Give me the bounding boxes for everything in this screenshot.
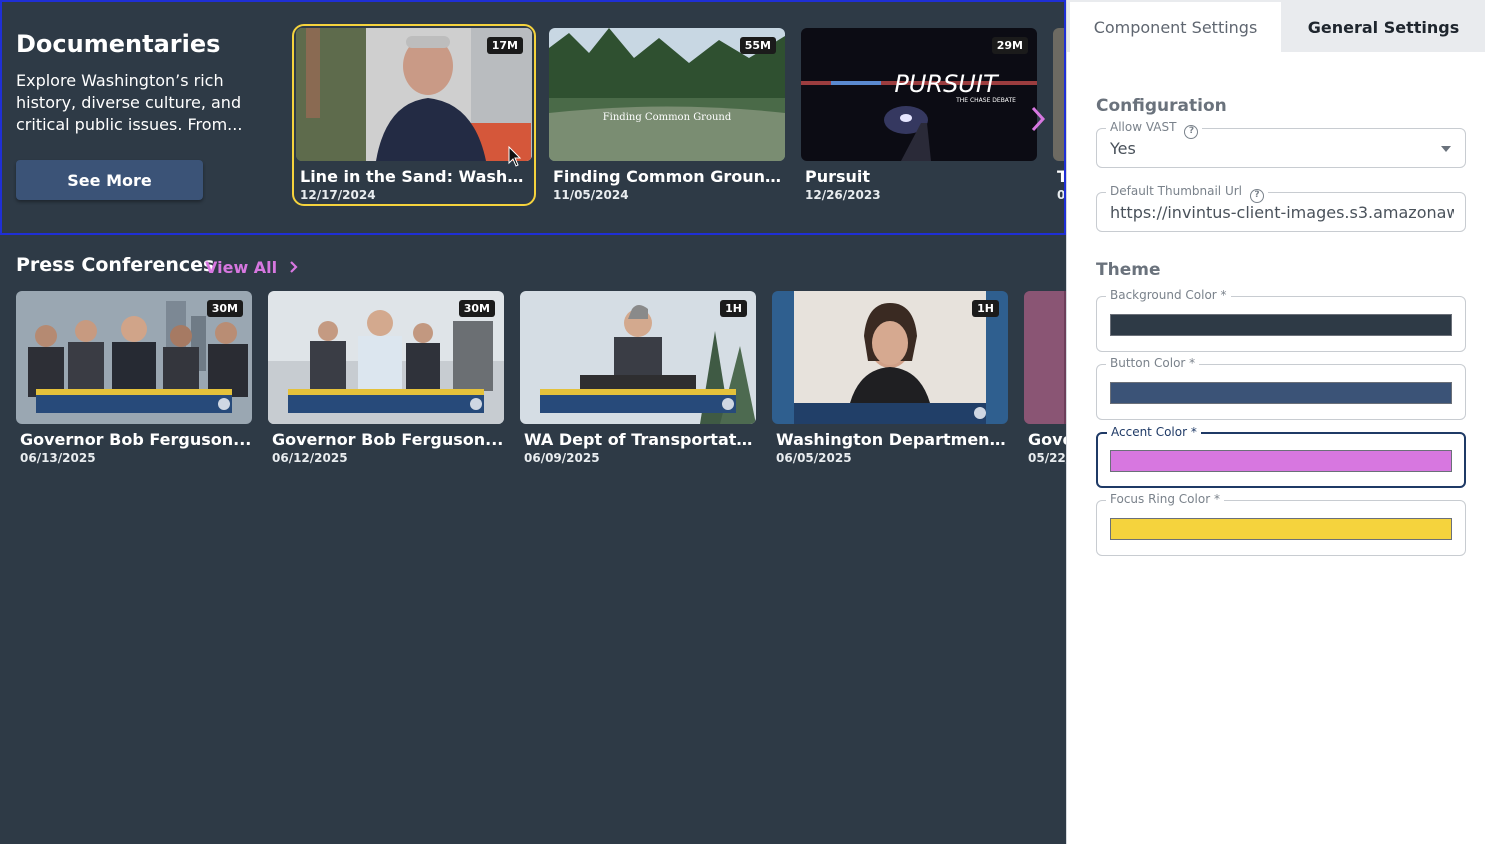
video-thumbnail: 17M xyxy=(296,28,532,161)
tab-component-settings[interactable]: Component Settings xyxy=(1070,2,1281,52)
documentary-card[interactable]: T 0 xyxy=(1053,28,1066,202)
button-color-swatch[interactable] xyxy=(1110,382,1452,404)
card-title: Governor Bob Ferguson... xyxy=(272,430,504,449)
focus-ring-color-label: Focus Ring Color * xyxy=(1106,492,1224,506)
configuration-heading: Configuration xyxy=(1096,96,1227,116)
press-card[interactable]: 1H WA Dept of Transportation... 06/09/20… xyxy=(520,291,756,465)
card-date: 12/17/2024 xyxy=(300,188,376,202)
focus-ring-color-swatch[interactable] xyxy=(1110,518,1452,540)
help-icon[interactable]: ? xyxy=(1184,125,1199,139)
documentaries-section: Documentaries Explore Washington’s rich … xyxy=(0,0,1066,235)
allow-vast-label: Allow VAST? xyxy=(1106,120,1203,139)
thumbnail-url-label: Default Thumbnail Url? xyxy=(1106,184,1268,203)
card-date: 06/13/2025 xyxy=(20,451,96,465)
preview-pane: Documentaries Explore Washington’s rich … xyxy=(0,0,1066,844)
allow-vast-select[interactable]: Allow VAST? Yes xyxy=(1096,120,1466,168)
documentaries-description: Explore Washington’s rich history, diver… xyxy=(16,71,243,134)
card-date: 0 xyxy=(1057,188,1066,202)
card-title: Governor Bob Ferguson... xyxy=(20,430,252,449)
video-thumbnail: 30M xyxy=(268,291,504,424)
documentary-card[interactable]: 17M Line in the Sand: Washawa... 12/17/2… xyxy=(292,24,536,206)
card-title: Finding Common Ground:... xyxy=(553,167,785,186)
documentary-card[interactable]: PURSUIT THE CHASE DEBATE 29M Pursuit 12/… xyxy=(801,28,1037,202)
duration-badge: 1H xyxy=(972,300,999,317)
video-thumbnail: Finding Common Ground 55M xyxy=(549,28,785,161)
thumbnail-subtitle: THE CHASE DEBATE xyxy=(955,97,1016,104)
documentary-card[interactable]: Finding Common Ground 55M Finding Common… xyxy=(549,28,785,202)
video-thumbnail: 30M xyxy=(16,291,252,424)
accent-color-field[interactable]: Accent Color * xyxy=(1096,425,1466,488)
card-title: Gove xyxy=(1028,430,1066,449)
allow-vast-label-text: Allow VAST xyxy=(1110,120,1177,134)
chevron-down-icon xyxy=(1441,146,1451,152)
accent-color-swatch[interactable] xyxy=(1110,450,1452,472)
duration-badge: 17M xyxy=(486,37,523,54)
duration-badge: 1H xyxy=(720,300,747,317)
thumbnail-title: PURSUIT xyxy=(894,70,1000,98)
press-card[interactable]: 30M Governor Bob Ferguson... 06/13/2025 xyxy=(16,291,252,465)
video-thumbnail: PURSUIT THE CHASE DEBATE 29M xyxy=(801,28,1037,161)
duration-badge: 29M xyxy=(991,37,1028,54)
press-card[interactable]: Gove 05/22/ xyxy=(1024,291,1066,465)
background-color-label: Background Color * xyxy=(1106,288,1231,302)
card-date: 12/26/2023 xyxy=(805,188,881,202)
theme-heading: Theme xyxy=(1096,260,1161,280)
video-thumbnail xyxy=(1024,291,1066,424)
card-date: 06/12/2025 xyxy=(272,451,348,465)
press-card[interactable]: 1H Washington Department o... 06/05/2025 xyxy=(772,291,1008,465)
video-thumbnail xyxy=(1053,28,1064,161)
card-date: 06/05/2025 xyxy=(776,451,852,465)
allow-vast-value: Yes xyxy=(1110,139,1136,158)
video-thumbnail: 1H xyxy=(772,291,1008,424)
chevron-right-icon[interactable] xyxy=(1030,105,1050,135)
card-title: Pursuit xyxy=(805,167,871,186)
view-all-label: View All xyxy=(205,258,278,277)
mouse-cursor-icon xyxy=(508,146,522,167)
help-icon[interactable]: ? xyxy=(1250,189,1264,203)
thumbnail-url-value: https://invintus-client-images.s3.amazon… xyxy=(1110,203,1454,222)
duration-badge: 55M xyxy=(739,37,776,54)
see-more-button[interactable]: See More xyxy=(16,160,203,200)
button-color-label: Button Color * xyxy=(1106,356,1200,370)
accent-color-label: Accent Color * xyxy=(1107,425,1201,439)
background-color-field[interactable]: Background Color * xyxy=(1096,288,1466,352)
press-conferences-title: Press Conferences xyxy=(16,254,215,276)
view-all-link[interactable]: View All xyxy=(205,258,299,277)
focus-ring-color-field[interactable]: Focus Ring Color * xyxy=(1096,492,1466,556)
thumbnail-url-label-text: Default Thumbnail Url xyxy=(1110,184,1242,198)
video-thumbnail: 1H xyxy=(520,291,756,424)
button-color-field[interactable]: Button Color * xyxy=(1096,356,1466,420)
duration-badge: 30M xyxy=(206,300,243,317)
card-title: Line in the Sand: Washawa... xyxy=(300,167,532,186)
settings-tabs: Component Settings General Settings xyxy=(1067,0,1485,52)
chevron-right-icon xyxy=(289,261,298,273)
card-date: 05/22/ xyxy=(1028,451,1066,465)
card-title: T xyxy=(1053,167,1064,186)
documentaries-title: Documentaries xyxy=(16,30,221,58)
thumbnail-url-field[interactable]: Default Thumbnail Url? https://invintus-… xyxy=(1096,184,1466,232)
tab-general-settings[interactable]: General Settings xyxy=(1281,2,1485,52)
card-date: 06/09/2025 xyxy=(524,451,600,465)
press-card[interactable]: 30M Governor Bob Ferguson... 06/12/2025 xyxy=(268,291,504,465)
duration-badge: 30M xyxy=(458,300,495,317)
settings-panel: Component Settings General Settings Conf… xyxy=(1066,0,1485,844)
card-title: Washington Department o... xyxy=(776,430,1008,449)
background-color-swatch[interactable] xyxy=(1110,314,1452,336)
card-title: WA Dept of Transportation... xyxy=(524,430,756,449)
thumbnail-title: Finding Common Ground xyxy=(603,112,732,123)
card-date: 11/05/2024 xyxy=(553,188,629,202)
